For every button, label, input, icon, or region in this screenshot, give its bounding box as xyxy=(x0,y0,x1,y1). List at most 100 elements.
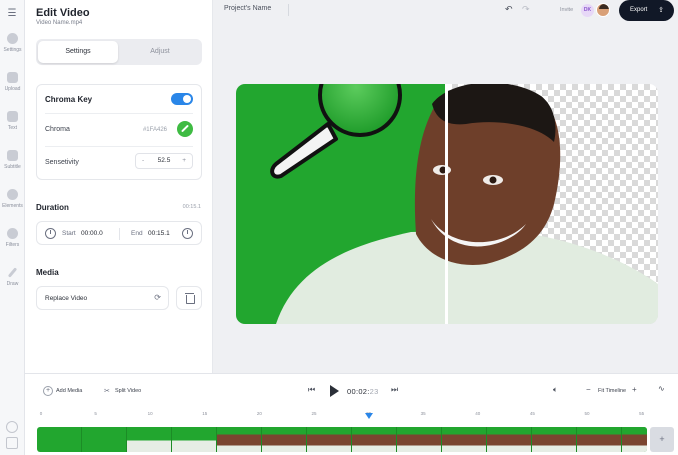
elements-icon xyxy=(7,189,18,200)
playhead[interactable] xyxy=(364,413,373,419)
add-media-icon: + xyxy=(43,386,53,396)
divider xyxy=(45,146,193,147)
duration-total: 00:15.1 xyxy=(182,204,201,210)
increment-button[interactable]: + xyxy=(182,157,186,164)
refresh-icon: ⟳ xyxy=(154,293,161,302)
add-track-button[interactable]: + xyxy=(650,427,674,452)
export-button[interactable]: Export ⇪ xyxy=(619,0,674,21)
start-clock-icon xyxy=(45,228,56,239)
ruler-tick: 55 xyxy=(639,411,645,416)
timeline-ruler[interactable]: 0 5 10 15 20 25 30 35 40 45 50 55 xyxy=(39,411,666,421)
tab-adjust[interactable]: Adjust xyxy=(120,41,200,63)
ruler-tick: 50 xyxy=(584,411,590,416)
split-video-button[interactable]: Split Video xyxy=(115,388,141,394)
ruler-tick: 40 xyxy=(475,411,481,416)
hamburger-icon[interactable]: ☰ xyxy=(6,8,18,19)
track-thumbnail xyxy=(307,427,352,452)
scissors-icon: ✂ xyxy=(104,388,110,395)
replace-video-label: Replace Video xyxy=(45,295,88,302)
track-thumbnail xyxy=(82,427,127,452)
avatar[interactable] xyxy=(596,3,610,17)
edit-panel: Edit Video Video Name.mp4 Settings Adjus… xyxy=(25,0,213,373)
start-time-input[interactable]: 00:00.0 xyxy=(81,230,103,237)
panel-tabs: Settings Adjust xyxy=(36,39,202,65)
divider xyxy=(119,228,120,240)
ruler-tick: 25 xyxy=(311,411,317,416)
end-time-input[interactable]: 00:15.1 xyxy=(148,230,170,237)
track-thumbnail xyxy=(127,427,172,452)
track-thumbnail xyxy=(352,427,397,452)
fit-timeline-button[interactable]: Fit Timeline xyxy=(598,388,626,394)
sidebar-item-upload[interactable]: Upload xyxy=(0,72,25,92)
volume-icon[interactable]: 🔈︎ xyxy=(553,385,558,395)
avatar[interactable]: DK xyxy=(581,4,594,17)
sidebar-item-filters[interactable]: Filters xyxy=(0,228,25,248)
chroma-key-card: Chroma Key Chroma #1FA426 Sensetivity - … xyxy=(36,84,202,180)
track-thumbnail xyxy=(532,427,577,452)
add-media-button[interactable]: Add Media xyxy=(56,388,82,394)
text-icon xyxy=(7,111,18,122)
sidebar-item-label: Settings xyxy=(3,47,22,53)
ruler-tick: 35 xyxy=(420,411,426,416)
redo-icon[interactable]: ↷ xyxy=(522,4,530,15)
sidebar-item-label: Filters xyxy=(5,242,20,248)
track-thumbnail xyxy=(487,427,532,452)
undo-icon[interactable]: ↶ xyxy=(505,4,513,15)
skip-forward-icon[interactable]: ⏭ xyxy=(391,385,398,395)
video-track[interactable] xyxy=(37,427,647,452)
zoom-in-button[interactable]: + xyxy=(632,385,637,394)
upload-icon: ⇪ xyxy=(658,7,664,14)
sensitivity-label: Sensetivity xyxy=(45,159,79,166)
tab-settings[interactable]: Settings xyxy=(38,41,118,63)
eyedropper-button[interactable] xyxy=(177,121,193,137)
duration-card: Start 00:00.0 End 00:15.1 xyxy=(36,221,202,245)
preview-image xyxy=(236,84,658,324)
sensitivity-stepper[interactable]: - 52.5 + xyxy=(135,153,193,169)
sidebar-item-subtitle[interactable]: Subtitle xyxy=(0,150,25,170)
track-thumbnail xyxy=(397,427,442,452)
duration-title: Duration xyxy=(36,203,69,212)
sidebar-item-label: Subtitle xyxy=(4,164,21,170)
track-thumbnail xyxy=(37,427,82,452)
chroma-value: #1FA426 xyxy=(142,127,167,133)
media-title: Media xyxy=(36,268,59,277)
track-thumbnail xyxy=(172,427,217,452)
help-icon[interactable] xyxy=(6,421,18,433)
draw-icon xyxy=(7,267,18,278)
track-thumbnail xyxy=(622,427,647,452)
panel-title: Edit Video xyxy=(36,7,90,19)
sidebar-item-elements[interactable]: Elements xyxy=(0,189,25,209)
sidebar-item-label: Draw xyxy=(6,281,19,287)
export-label: Export xyxy=(630,7,648,13)
sidebar-item-label: Elements xyxy=(2,203,23,209)
play-icon[interactable] xyxy=(330,385,339,397)
timecode-frames: 23 xyxy=(369,387,379,396)
skip-back-icon[interactable]: ⏮ xyxy=(308,385,315,395)
track-thumbnail xyxy=(577,427,622,452)
file-name: Video Name.mp4 xyxy=(36,20,83,26)
ruler-tick: 5 xyxy=(94,411,97,416)
project-name[interactable]: Project's Name xyxy=(224,5,271,12)
waveform-icon[interactable]: ∿ xyxy=(658,384,665,393)
filters-icon xyxy=(7,228,18,239)
ruler-tick: 0 xyxy=(39,411,43,416)
replace-video-button[interactable]: Replace Video ⟳ xyxy=(36,286,169,310)
zoom-out-button[interactable]: − xyxy=(586,385,591,394)
end-clock-icon xyxy=(182,228,193,239)
start-label: Start xyxy=(62,230,76,237)
delete-media-button[interactable] xyxy=(176,286,202,310)
video-preview[interactable] xyxy=(236,84,658,324)
chroma-key-title: Chroma Key xyxy=(45,95,93,104)
keyboard-icon[interactable] xyxy=(6,437,18,449)
invite-button[interactable]: Invite xyxy=(560,7,573,13)
chroma-key-toggle[interactable] xyxy=(171,93,193,105)
ruler-tick: 45 xyxy=(529,411,535,416)
subtitle-icon xyxy=(7,150,18,161)
timeline: + Add Media ✂ Split Video ⏮ 00:02:23 ⏭ 🔈… xyxy=(25,373,678,455)
track-thumbnail xyxy=(442,427,487,452)
sidebar-item-text[interactable]: Text xyxy=(0,111,25,131)
sidebar-item-draw[interactable]: Draw xyxy=(0,267,25,287)
sidebar-item-label: Text xyxy=(7,125,18,131)
sidebar-item-settings[interactable]: Settings xyxy=(0,33,25,53)
sidebar-item-label: Upload xyxy=(4,86,21,92)
